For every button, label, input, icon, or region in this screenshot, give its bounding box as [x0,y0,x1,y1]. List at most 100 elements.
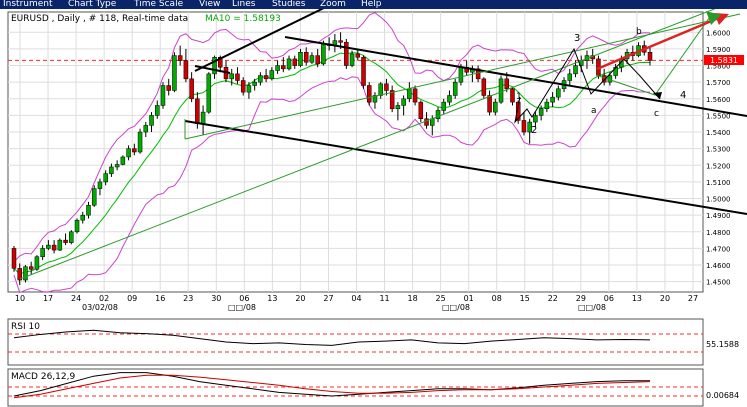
annotation-b: b [636,27,642,37]
candle-body [452,81,458,96]
y-tick-label: 1.4900 [706,212,731,220]
menu-lines[interactable]: Lines [232,0,255,9]
x-tick-label: 10 [15,294,25,303]
y-tick-label: 1.5100 [706,179,731,187]
menu-bar: Instrument Chart Type Time Scale View Li… [0,0,747,9]
candle-body [510,88,515,103]
candle-body [538,108,544,116]
candle-body [28,266,34,270]
candle-body [349,53,355,66]
candle [57,238,63,251]
candle-body [229,73,234,80]
x-tick-label: 06 [604,294,614,303]
candle [34,255,40,271]
x-tick-label: 02 [99,294,109,303]
candle [160,82,166,109]
menu-time-scale[interactable]: Time Scale [134,0,183,9]
x-tick-label: 22 [548,294,558,303]
menu-chart-type[interactable]: Chart Type [68,0,116,9]
y-tick-label: 1.4800 [706,229,731,237]
candle-body [493,101,498,113]
menu-help[interactable]: Help [361,0,382,9]
candle-body [103,173,108,183]
month-labels: 03/02/08 □□/08 □□/08 □□/08 [82,303,606,312]
candle-body [481,78,487,96]
x-tick-label: 13 [267,294,277,303]
chart-application: Instrument Chart Type Time Scale View Li… [0,0,747,407]
candle-body [292,58,298,66]
candle [498,75,504,104]
candle-body [172,55,177,91]
candle-body [23,266,28,281]
x-tick-label: 23 [183,294,193,303]
candle-body [132,148,137,153]
candle-body [447,95,452,103]
candle-body [544,101,550,110]
x-tick-label: 24 [71,294,81,303]
x-tick-label: 06 [239,294,249,303]
y-tick-label: 1.5700 [706,79,731,87]
candle-body [389,90,395,110]
candle [11,245,17,272]
candle-body [366,85,372,103]
candle-body [269,70,275,80]
candle-body [498,78,504,103]
x-tick-label: 04 [351,294,361,303]
candle [91,185,97,207]
candle-body [286,58,292,70]
candle [69,230,74,245]
candle [137,128,143,154]
candle-body [160,85,166,106]
candle [366,82,372,106]
candle-body [246,85,252,93]
x-tick-label: 16 [155,294,165,303]
month-label: 03/02/08 [82,303,118,312]
candle-body [137,131,143,153]
x-tick-label: 01 [464,294,474,303]
chart-canvas[interactable]: 1.60001.59001.58001.57001.56001.55001.54… [0,9,747,407]
month-label: □□/08 [228,303,256,312]
candle-body [418,101,424,120]
price-axis: 1.60001.59001.58001.57001.56001.55001.54… [706,29,731,286]
menu-view[interactable]: View [199,0,220,9]
candle-body [143,125,149,133]
candle-body [11,248,17,269]
candle-body [533,115,538,123]
candle-body [573,65,578,75]
y-tick-label: 1.5200 [706,162,731,170]
date-axis: 10 17 24 02 09 16 23 30 06 13 20 27 04 11 18 25 01 08 15 22… [15,294,698,303]
month-label: □□/08 [442,303,470,312]
y-tick-label: 1.5300 [706,146,731,154]
candle [418,100,424,123]
candle-body [567,73,573,81]
last-price-value: 1.5831 [710,56,738,65]
candle-body [298,52,303,66]
candle-body [126,148,131,158]
candle [120,155,126,166]
candle-body [91,188,97,206]
candle [361,55,366,89]
candle-body [195,98,200,124]
x-tick-label: 13 [632,294,642,303]
candle-body [258,75,263,83]
y-tick-label: 1.5900 [706,46,731,54]
menu-zoom[interactable]: Zoom [320,0,346,9]
candle-body [177,55,183,61]
candle-body [361,56,366,86]
y-tick-label: 1.4700 [706,245,731,253]
menu-studies[interactable]: Studies [272,0,305,9]
candle-body [69,231,74,243]
candle-body [550,96,555,103]
y-tick-label: 1.5000 [706,196,731,204]
x-tick-label: 25 [436,294,446,303]
rsi-value: 55.1588 [706,340,739,349]
candle-body [395,105,401,110]
candle-body [97,181,103,189]
annotation-2: 2 [531,125,537,136]
candle-body [114,164,120,168]
candle-body [401,98,406,106]
candle-body [263,75,269,80]
menu-instrument[interactable]: Instrument [3,0,53,9]
candle-body [154,105,160,116]
x-tick-label: 15 [520,294,530,303]
